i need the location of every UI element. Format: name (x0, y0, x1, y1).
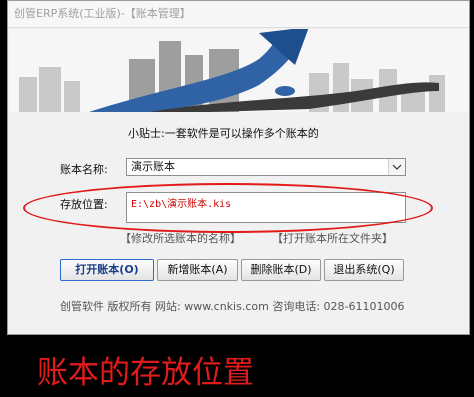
window-title: 创管ERP系统(工业版)-【账本管理】 (8, 1, 469, 28)
tip-text: 小贴士:一套软件是可以操作多个账本的 (128, 127, 319, 140)
delete-ledger-button[interactable]: 删除账本(D) (241, 259, 321, 281)
open-folder-link[interactable]: 【打开账本所在文件夹】 (272, 230, 393, 246)
highlight-ellipse (23, 183, 433, 233)
ledger-manager-window: 创管ERP系统(工业版)-【账本管理】 小贴士:一套软件是可以操作多个账本的 账… (7, 0, 470, 335)
exit-system-button[interactable]: 退出系统(Q) (324, 259, 404, 281)
chevron-down-icon[interactable] (388, 159, 405, 175)
open-ledger-button[interactable]: 打开账本(O) (60, 259, 154, 281)
rename-ledger-link[interactable]: 【修改所选账本的名称】 (120, 230, 241, 246)
annotation-caption: 账本的存放位置 (37, 355, 254, 391)
new-ledger-button[interactable]: 新增账本(A) (157, 259, 238, 281)
city-arrow-illustration (9, 29, 468, 112)
ledger-name-label: 账本名称: (60, 163, 108, 176)
ledger-name-value: 演示账本 (131, 160, 175, 173)
ledger-name-select[interactable]: 演示账本 (126, 158, 406, 176)
banner-image (9, 29, 468, 112)
footer-text: 创管软件 版权所有 网站: www.cnkis.com 咨询电话: 028-61… (60, 300, 405, 313)
